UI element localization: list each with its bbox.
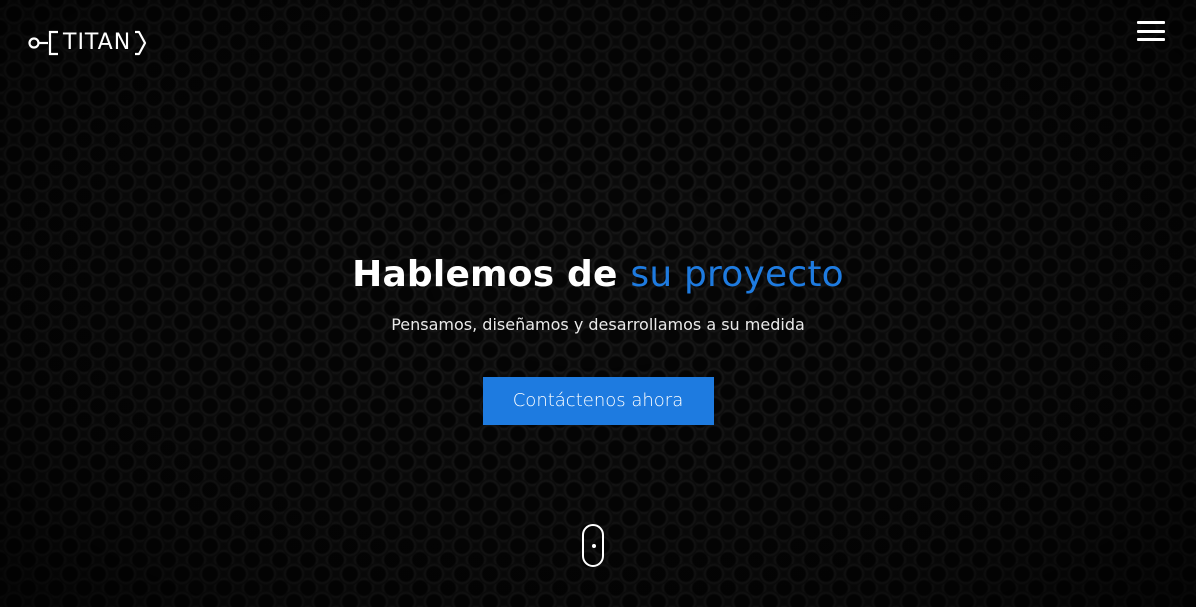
hamburger-menu-button[interactable] <box>1137 21 1165 41</box>
scroll-dot <box>592 544 596 548</box>
hero-section: TITAN Hablemos de su proyecto Pensamos, … <box>0 0 1196 607</box>
hero-subtitle: Pensamos, diseñamos y desarrollamos a su… <box>391 315 805 334</box>
hero-title-accent: su proyecto <box>630 254 844 295</box>
contact-now-button[interactable]: Contáctenos ahora <box>482 377 714 425</box>
titan-logo[interactable]: TITAN <box>28 28 148 58</box>
logo-connector-icon <box>28 30 58 56</box>
hero-title: Hablemos de su proyecto <box>0 250 1196 300</box>
logo-text: TITAN <box>63 30 132 55</box>
hamburger-icon-bar <box>1137 29 1165 33</box>
hero-title-main: Hablemos de <box>352 254 618 295</box>
hamburger-icon-bar <box>1137 21 1165 24</box>
logo-chevron-icon <box>135 30 147 56</box>
hero-content: Hablemos de su proyecto Pensamos, diseña… <box>0 250 1196 425</box>
mouse-scroll-icon[interactable] <box>582 524 604 567</box>
hamburger-icon-bar <box>1137 38 1165 41</box>
